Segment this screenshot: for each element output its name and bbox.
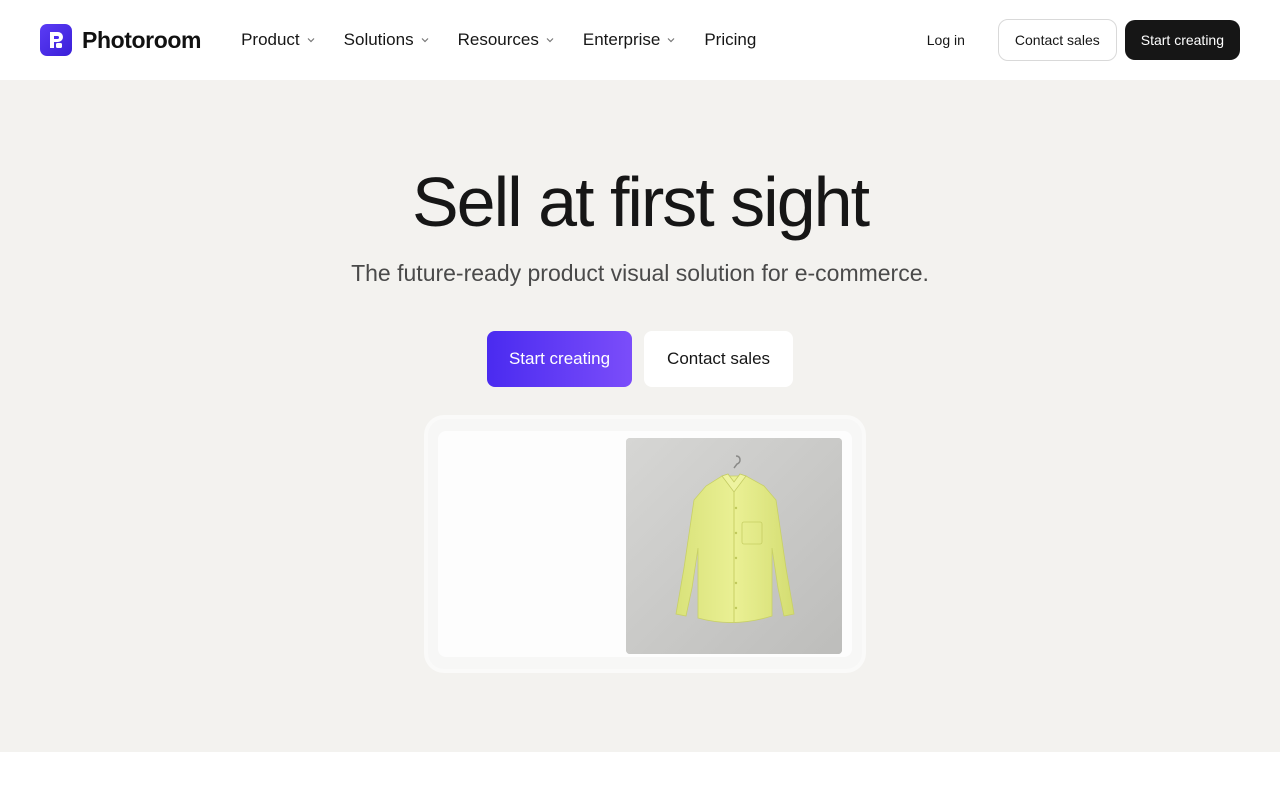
hero-subtitle: The future-ready product visual solution… [351,260,929,286]
below-fold-section [0,752,1280,800]
brand-name: Photoroom [82,26,202,53]
nav-item-resources[interactable]: Resources [458,30,555,50]
chevron-down-icon [667,38,675,43]
chevron-down-icon [421,38,429,43]
chevron-down-icon [307,38,315,43]
hero-section: Sell at first sight The future-ready pro… [0,80,1280,752]
product-preview-card [428,419,862,669]
nav-item-product[interactable]: Product [241,30,316,50]
yellow-shirt-image [626,438,842,654]
hero-start-creating-button[interactable]: Start creating [486,331,633,387]
product-photo [626,438,842,654]
header-actions: Log in Contact sales Start creating [902,19,1240,61]
main-nav: Product Solutions Resources Enterprise P… [241,30,784,50]
nav-item-label: Product [241,30,300,49]
start-creating-button[interactable]: Start creating [1124,20,1240,60]
site-header: Photoroom Product Solutions Resources En… [0,0,1280,80]
contact-sales-button[interactable]: Contact sales [997,19,1117,61]
hero-cta-group: Start creating Contact sales [0,331,1280,387]
nav-item-label: Enterprise [582,30,661,49]
logo[interactable]: Photoroom [40,24,201,56]
photoroom-logo-icon [40,24,72,56]
nav-item-label: Resources [457,30,539,49]
hero-title: Sell at first sight [411,163,870,241]
chevron-down-icon [546,38,554,43]
login-button[interactable]: Log in [902,19,990,61]
nav-item-label: Pricing [704,30,757,49]
nav-item-solutions[interactable]: Solutions [344,30,430,50]
nav-item-label: Solutions [343,30,414,49]
nav-item-enterprise[interactable]: Enterprise [583,30,676,50]
nav-item-pricing[interactable]: Pricing [704,30,756,50]
hero-contact-sales-button[interactable]: Contact sales [644,331,794,387]
